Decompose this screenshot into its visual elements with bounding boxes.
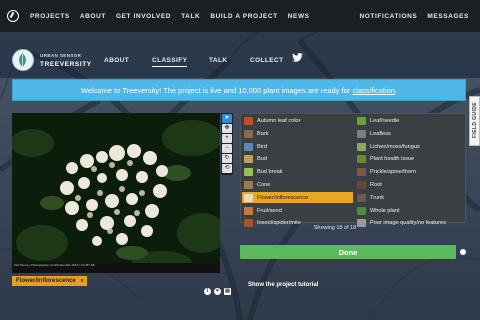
field-guide-tab[interactable]: FIELD GUIDE — [469, 96, 480, 146]
done-button[interactable]: Done — [240, 245, 456, 259]
choice-label: Flower/inflorescence — [257, 194, 309, 201]
tab-classify[interactable]: CLASSIFY — [152, 57, 188, 67]
tab-collect[interactable]: COLLECT — [250, 57, 284, 64]
zoom-in-icon[interactable]: + — [222, 134, 232, 143]
selected-annotation-chip[interactable]: Flower/inflorescence x — [12, 276, 88, 286]
info-icon[interactable]: i — [204, 288, 211, 295]
field-guide-label: FIELD GUIDE — [472, 101, 478, 139]
image-caption: Kirk Moore | Photographer contribution E… — [14, 263, 96, 267]
choice-label: Leafless — [370, 130, 391, 137]
choice-label: Root — [370, 181, 382, 188]
choice-thumbnail-icon — [357, 155, 366, 164]
banner-text: Welcome to Treeversity! The project is l… — [80, 85, 351, 95]
banner-period: . — [394, 85, 398, 95]
choice-thumbnail-icon — [357, 129, 366, 138]
project-title[interactable]: TREEVERSITY — [40, 61, 92, 68]
collect-icon[interactable]: ▤ — [224, 288, 231, 295]
choice-label: Trunk — [370, 194, 385, 201]
choice-thumbnail-icon — [244, 180, 253, 189]
subject-actions: i ♥ ▤ — [204, 288, 231, 295]
choice-item[interactable]: Bud break — [242, 167, 353, 178]
nav-build-a-project[interactable]: BUILD A PROJECT — [210, 13, 277, 20]
nav-messages[interactable]: MESSAGES — [427, 13, 469, 20]
subject-image[interactable] — [12, 113, 220, 273]
reset-view-icon[interactable]: ⟲ — [222, 164, 232, 173]
choice-item[interactable]: Root — [355, 179, 466, 190]
choice-label: Prickle/spine/thorn — [370, 169, 417, 176]
project-avatar[interactable] — [12, 49, 34, 71]
choice-item[interactable]: Bud — [242, 154, 353, 165]
showing-count: Showing 18 of 18 — [313, 225, 357, 231]
choice-thumbnail-icon — [244, 142, 253, 151]
top-navigation: PROJECTS ABOUT GET INVOLVED TALK BUILD A… — [0, 0, 480, 32]
choice-item[interactable]: Trunk — [355, 192, 466, 203]
choice-item[interactable]: Prickle/spine/thorn — [355, 167, 466, 178]
nav-get-involved[interactable]: GET INVOLVED — [116, 13, 171, 20]
choice-thumbnail-icon — [357, 206, 366, 215]
choice-thumbnail-icon — [357, 117, 366, 125]
rotate-icon[interactable]: ↻ — [222, 154, 232, 163]
zooniverse-logo-icon[interactable] — [7, 10, 19, 22]
nav-notifications[interactable]: NOTIFICATIONS — [359, 13, 417, 20]
nav-news[interactable]: NEWS — [288, 13, 310, 20]
choice-item[interactable]: Plant health issue — [355, 154, 466, 165]
choice-item[interactable]: Leafless — [355, 128, 466, 139]
choice-item[interactable]: Bird — [242, 141, 353, 152]
choice-label: Bud break — [257, 169, 283, 176]
choice-thumbnail-icon — [357, 180, 366, 189]
favorite-heart-icon[interactable]: ♥ — [214, 288, 221, 295]
choice-label: Lichen/moss/fungus — [370, 143, 420, 150]
nav-about[interactable]: ABOUT — [80, 13, 106, 20]
choice-thumbnail-icon — [357, 168, 366, 177]
choice-thumbnail-icon — [244, 155, 253, 164]
choice-label: Bud — [257, 156, 267, 163]
choice-label: Bark — [257, 130, 269, 137]
nav-projects[interactable]: PROJECTS — [30, 13, 70, 20]
choice-item[interactable]: Leaf/needle — [355, 116, 466, 127]
choice-thumbnail-icon — [244, 206, 253, 215]
choice-thumbnail-icon — [244, 193, 253, 202]
selected-annotation-label: Flower/inflorescence — [16, 278, 76, 284]
choice-label: Bird — [257, 143, 267, 150]
choice-item[interactable]: Flower/inflorescence — [242, 192, 353, 204]
pointer-tool-icon[interactable]: ➤ — [222, 114, 232, 123]
choice-label: Fruit/seed — [257, 207, 282, 214]
choice-label: Leaf/needle — [370, 118, 400, 124]
choice-label: Cone — [257, 181, 271, 188]
choice-item[interactable]: Bark — [242, 128, 353, 139]
move-tool-icon[interactable]: ✥ — [222, 124, 232, 133]
classification-link[interactable]: classification — [352, 86, 395, 95]
choice-grid: Autumn leaf color Leaf/needle Bark Leafless… — [240, 113, 466, 228]
zoom-out-icon[interactable]: − — [222, 144, 232, 153]
choice-item[interactable]: Lichen/moss/fungus — [355, 141, 466, 152]
done-options-icon[interactable] — [460, 249, 466, 255]
tab-talk[interactable]: TALK — [209, 57, 227, 64]
choice-thumbnail-icon — [244, 117, 253, 125]
choice-thumbnail-icon — [357, 142, 366, 151]
choice-item[interactable]: Cone — [242, 179, 353, 190]
remove-annotation-icon[interactable]: x — [81, 278, 84, 284]
choice-thumbnail-icon — [357, 193, 366, 202]
choice-label: Plant health issue — [370, 156, 415, 163]
choice-label: Whole plant — [370, 207, 400, 214]
tab-about[interactable]: ABOUT — [104, 57, 129, 64]
choice-item[interactable]: Fruit/seed — [242, 205, 353, 216]
choice-item[interactable]: Autumn leaf color — [242, 116, 353, 127]
nav-talk[interactable]: TALK — [181, 13, 200, 20]
project-organization: URBAN SENSOR — [40, 53, 82, 58]
choice-item[interactable]: Whole plant — [355, 205, 466, 216]
choice-thumbnail-icon — [244, 129, 253, 138]
show-tutorial-link[interactable]: Show the project tutorial — [248, 282, 318, 288]
twitter-icon[interactable] — [292, 53, 303, 62]
announcement-banner: Welcome to Treeversity! The project is l… — [12, 79, 466, 101]
choice-thumbnail-icon — [244, 168, 253, 177]
image-toolbar: ➤ ✥ + − ↻ ⟲ — [221, 113, 233, 175]
choice-label: Autumn leaf color — [257, 118, 301, 124]
